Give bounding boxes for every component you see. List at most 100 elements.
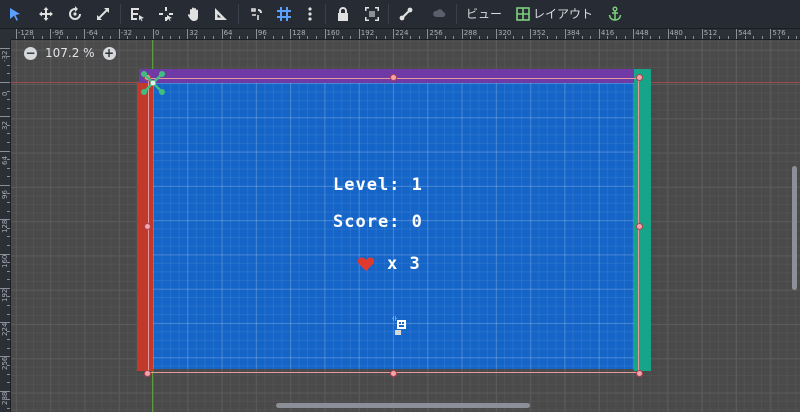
ruler-top-major-tick: [667, 29, 669, 39]
view-menu-button[interactable]: ビュー: [466, 5, 502, 23]
score-label: Score: 0: [333, 212, 423, 232]
ruler-left-minor-tick: [7, 210, 10, 212]
ruler-top-minor-tick: [110, 36, 112, 39]
ruler-top-minor-tick: [384, 36, 386, 39]
ruler-left-minor-tick: [7, 236, 10, 238]
rotate-tool-icon[interactable]: [64, 3, 86, 25]
ruler-top-major-tick: [770, 29, 772, 39]
ruler-top-minor-tick: [195, 36, 197, 39]
select-tool-icon[interactable]: [4, 3, 26, 25]
ruler-top-minor-tick: [375, 36, 377, 39]
ruler-left-minor-tick: [7, 202, 10, 204]
resize-handle-bottom-right[interactable]: [636, 370, 643, 377]
ruler-top-minor-tick: [213, 36, 215, 39]
ruler-top-major-tick: [530, 29, 532, 39]
resize-handle-right[interactable]: [636, 223, 643, 230]
ruler-top-major-tick: [358, 29, 360, 39]
player-sprite[interactable]: [390, 313, 408, 339]
zoom-level-button[interactable]: 107.2 %: [45, 46, 95, 60]
resize-handle-top[interactable]: [390, 74, 397, 81]
resize-handle-bottom[interactable]: [390, 370, 397, 377]
smart-snap-icon[interactable]: [246, 3, 268, 25]
ruler-left-minor-tick: [7, 373, 10, 375]
zoom-out-button[interactable]: −: [24, 46, 37, 60]
scale-tool-icon[interactable]: [92, 3, 114, 25]
ruler-left-label: 224: [1, 322, 9, 337]
ruler-left-label: 128: [1, 219, 9, 234]
ruler-top-minor-tick: [24, 36, 26, 39]
layout-menu-button[interactable]: レイアウト: [516, 5, 593, 23]
anchor-gizmo-icon[interactable]: [140, 70, 166, 96]
horizontal-scrollbar[interactable]: [276, 403, 530, 408]
ruler-left-label: 0: [1, 91, 9, 96]
ruler-top-minor-tick: [718, 36, 720, 39]
ruler-left-minor-tick: [7, 56, 10, 58]
ruler-tool-icon[interactable]: [210, 3, 232, 25]
pivot-tool-icon[interactable]: [155, 3, 177, 25]
ruler-top-minor-tick: [341, 36, 343, 39]
ruler-top-minor-tick: [478, 36, 480, 39]
ruler-top-minor-tick: [101, 36, 103, 39]
ruler-top-minor-tick: [676, 36, 678, 39]
ruler-top-major-tick: [118, 29, 120, 39]
ruler-left-label: 288: [1, 391, 9, 405]
ruler-top-minor-tick: [418, 36, 420, 39]
resize-handle-bottom-left[interactable]: [144, 370, 151, 377]
ruler-top-minor-tick: [307, 36, 309, 39]
more-options-icon[interactable]: [299, 3, 321, 25]
ruler-left-minor-tick: [7, 304, 10, 306]
editor-toolbar: ビュー レイアウト: [0, 0, 800, 29]
ruler-top-minor-tick: [453, 36, 455, 39]
ruler-top-major-tick: [633, 29, 635, 39]
resize-handle-top-right[interactable]: [636, 74, 643, 81]
ruler-top-minor-tick: [444, 36, 446, 39]
zoom-control: − 107.2 % +: [24, 46, 116, 60]
ruler-left-minor-tick: [7, 159, 10, 161]
skeleton-bone-icon[interactable]: [395, 3, 417, 25]
ruler-top-minor-tick: [367, 36, 369, 39]
ruler-top-label: -128: [17, 29, 34, 37]
resize-handle-left[interactable]: [144, 223, 151, 230]
ruler-top-minor-tick: [556, 36, 558, 39]
ruler-left[interactable]: -32 0 32 64 96 128 160 192 224 256 288: [0, 29, 11, 412]
grid-snap-icon[interactable]: [273, 3, 295, 25]
ruler-top-minor-tick: [521, 36, 523, 39]
ruler-top-minor-tick: [75, 36, 77, 39]
ruler-top-minor-tick: [135, 36, 137, 39]
ruler-top-minor-tick: [710, 36, 712, 39]
group-icon[interactable]: [361, 3, 383, 25]
ruler-top-major-tick: [736, 29, 738, 39]
list-select-tool-icon[interactable]: [126, 3, 148, 25]
ruler-top-major-tick: [324, 29, 326, 39]
camera-override-icon[interactable]: [428, 3, 450, 25]
vertical-scrollbar[interactable]: [792, 166, 797, 290]
ruler-left-minor-tick: [7, 407, 10, 409]
pan-tool-icon[interactable]: [183, 3, 205, 25]
ruler-top-minor-tick: [778, 36, 780, 39]
ruler-top-minor-tick: [238, 36, 240, 39]
ruler-left-minor-tick: [7, 99, 10, 101]
view-menu-label: ビュー: [466, 7, 503, 21]
ruler-top-minor-tick: [298, 36, 300, 39]
ruler-left-minor-tick: [7, 347, 10, 349]
ruler-left-minor-tick: [7, 133, 10, 135]
ruler-top-minor-tick: [581, 36, 583, 39]
ruler-top-major-tick: [15, 29, 17, 39]
ruler-left-minor-tick: [7, 176, 10, 178]
anchor-icon[interactable]: [604, 3, 626, 25]
ruler-top-minor-tick: [607, 36, 609, 39]
ruler-top-minor-tick: [547, 36, 549, 39]
zoom-in-button[interactable]: +: [102, 46, 116, 60]
ruler-left-label: 256: [1, 357, 9, 371]
ruler-top-major-tick: [290, 29, 292, 39]
canvas-viewport[interactable]: Level: 1 Score: 0 x 3 -128 -96 -64 -32 0…: [0, 29, 800, 412]
layout-menu-label: レイアウト: [533, 7, 594, 21]
ruler-top-minor-tick: [410, 36, 412, 39]
ruler-left-major-tick: [0, 82, 10, 83]
ruler-left-minor-tick: [7, 124, 10, 126]
lock-icon[interactable]: [332, 3, 354, 25]
ruler-top[interactable]: -128 -96 -64 -32 0 32 64 96 128 160 192 224 256 288 32…: [0, 29, 800, 40]
ruler-top-major-tick: [221, 29, 223, 39]
move-tool-icon[interactable]: [35, 3, 57, 25]
ruler-top-minor-tick: [273, 36, 275, 39]
